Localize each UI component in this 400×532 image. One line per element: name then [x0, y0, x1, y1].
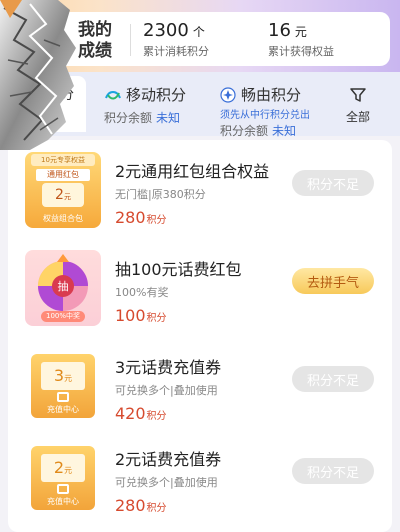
filter-icon — [350, 88, 366, 102]
mobile-balance-value: 未知 — [156, 111, 181, 125]
reward-list: 10元专享权益 通用红包 2元 权益组合包 2元通用红包组合权益 无门槛|原38… — [8, 140, 392, 532]
item-title[interactable]: 3元话费充值券 — [115, 354, 221, 378]
wheel-center-text: 抽 — [58, 279, 69, 293]
thumb-amount: 3元 — [41, 362, 85, 390]
item-title[interactable]: 2元话费充值券 — [115, 446, 221, 470]
thumb-footer: 充值中心 — [47, 497, 79, 506]
wheel-badge: 100%中奖 — [41, 311, 85, 322]
mobile-balance-label: 积分余额 — [104, 111, 153, 125]
item-price: 100积分 — [115, 306, 167, 325]
list-item[interactable]: 3元 充值中心 3元话费充值券 可兑换多个|叠加使用 420积分 积分不足 — [8, 340, 392, 434]
item-price: 280积分 — [115, 208, 167, 227]
consumed-points-unit: 个 — [192, 25, 205, 39]
china-mobile-icon — [105, 90, 121, 99]
earned-rights-value: 16 — [268, 20, 291, 41]
earned-rights-unit: 元 — [294, 25, 307, 39]
thumb-header: 10元专享权益 — [31, 154, 95, 166]
insufficient-points-button[interactable]: 积分不足 — [292, 458, 374, 484]
earned-rights-stat: 16 元 累计获得权益 — [268, 20, 334, 59]
tab-changyou-label: 畅由积分 — [241, 86, 302, 104]
thumb-label: 通用红包 — [36, 169, 90, 181]
my-score-title: 我的 成绩 — [78, 20, 112, 61]
list-item[interactable]: 抽 100%中奖 抽100元话费红包 100%有奖 100积分 去拼手气 — [8, 242, 392, 336]
recharge-coupon-thumbnail: 3元 充值中心 — [25, 348, 101, 424]
item-description: 可兑换多个|叠加使用 — [115, 476, 218, 489]
item-price: 420积分 — [115, 404, 167, 423]
lucky-wheel-thumbnail: 抽 100%中奖 — [25, 250, 101, 326]
phone-icon — [57, 484, 69, 494]
tab-changyou-points[interactable]: 畅由积分 须先从中行积分兑出 积分余额 未知 — [220, 84, 310, 139]
list-item[interactable]: 10元专享权益 通用红包 2元 权益组合包 2元通用红包组合权益 无门槛|原38… — [8, 144, 392, 238]
item-price: 280积分 — [115, 496, 167, 515]
earned-rights-label: 累计获得权益 — [268, 45, 334, 58]
stats-divider — [130, 24, 131, 56]
changyou-balance-value: 未知 — [272, 124, 297, 138]
consumed-points-value: 2300 — [143, 20, 189, 41]
thumb-footer: 充值中心 — [47, 405, 79, 414]
consumed-points-stat: 2300 个 累计消耗积分 — [143, 20, 209, 59]
consumed-points-label: 累计消耗积分 — [143, 45, 209, 58]
try-luck-button[interactable]: 去拼手气 — [292, 268, 374, 294]
phone-icon — [57, 392, 69, 402]
item-title[interactable]: 2元通用红包组合权益 — [115, 158, 269, 182]
list-item[interactable]: 2元 充值中心 2元话费充值券 可兑换多个|叠加使用 280积分 积分不足 — [8, 432, 392, 526]
filter-all-label: 全部 — [346, 110, 371, 124]
item-description: 无门槛|原380积分 — [115, 188, 206, 201]
tab-mobile-points[interactable]: 移动积分 积分余额 未知 — [104, 84, 186, 126]
changyou-note: 须先从中行积分兑出 — [220, 110, 310, 121]
insufficient-points-button[interactable]: 积分不足 — [292, 366, 374, 392]
thumb-amount: 2元 — [41, 454, 85, 482]
item-title[interactable]: 抽100元话费红包 — [115, 256, 242, 280]
item-description: 100%有奖 — [115, 286, 169, 299]
filter-all-button[interactable]: 全部 — [346, 86, 370, 125]
changyou-icon — [220, 86, 236, 103]
foil-overlay — [0, 0, 76, 150]
insufficient-points-button[interactable]: 积分不足 — [292, 170, 374, 196]
changyou-balance-label: 积分余额 — [220, 124, 269, 138]
recharge-coupon-thumbnail: 2元 充值中心 — [25, 440, 101, 516]
thumb-footer: 权益组合包 — [43, 214, 83, 223]
item-description: 可兑换多个|叠加使用 — [115, 384, 218, 397]
tab-mobile-label: 移动积分 — [126, 86, 187, 104]
red-packet-bundle-thumbnail: 10元专享权益 通用红包 2元 权益组合包 — [25, 152, 101, 228]
thumb-amount: 2元 — [42, 183, 84, 207]
